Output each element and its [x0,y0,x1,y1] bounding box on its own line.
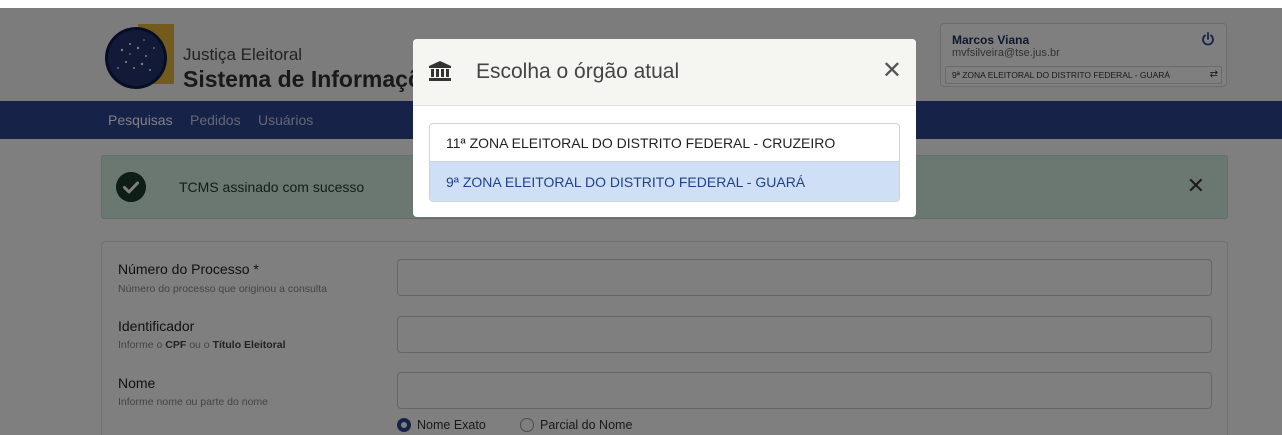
modal-header: Escolha o órgão atual ✕ [413,39,916,106]
modal-title: Escolha o órgão atual [476,60,680,83]
org-list: 11ª ZONA ELEITORAL DO DISTRITO FEDERAL -… [429,123,900,202]
choose-org-modal: Escolha o órgão atual ✕ 11ª ZONA ELEITOR… [413,39,916,217]
modal-close-icon[interactable]: ✕ [882,59,902,83]
org-option-cruzeiro[interactable]: 11ª ZONA ELEITORAL DO DISTRITO FEDERAL -… [430,124,899,162]
institution-icon [429,61,451,81]
top-strip [0,0,1282,8]
org-option-guara[interactable]: 9ª ZONA ELEITORAL DO DISTRITO FEDERAL - … [430,162,899,201]
